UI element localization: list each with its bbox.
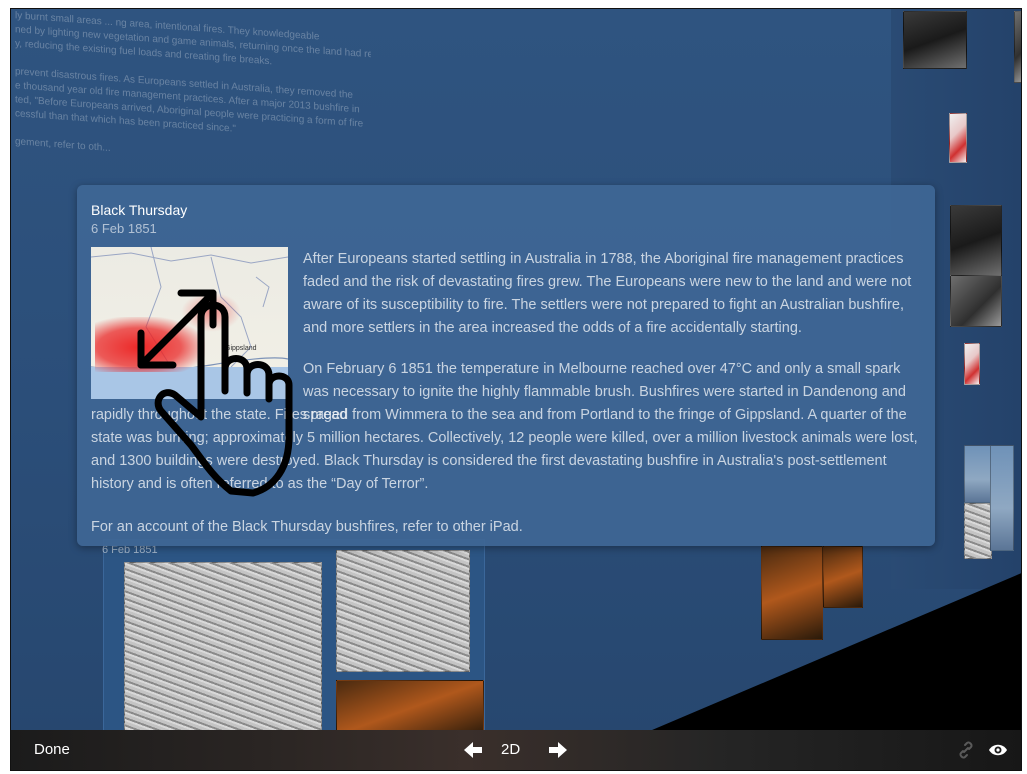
- done-button[interactable]: Done: [34, 741, 70, 758]
- event-image[interactable]: [336, 550, 470, 672]
- timeline-viewer: ly burnt small areas ... ng area, intent…: [10, 8, 1022, 771]
- wall-thumbnail[interactable]: [903, 11, 967, 69]
- event-image[interactable]: [124, 562, 322, 737]
- wall-thumbnail[interactable]: [823, 546, 863, 608]
- view-mode-toggle[interactable]: 2D: [501, 741, 520, 758]
- event-image[interactable]: [336, 680, 484, 737]
- card-paragraph: For an account of the Black Thursday bus…: [91, 519, 523, 535]
- wall-background-text: ly burnt small areas ... ng area, intent…: [11, 9, 371, 214]
- arrow-left-icon[interactable]: [462, 739, 484, 761]
- wall-thumbnail[interactable]: [1014, 11, 1021, 83]
- link-icon[interactable]: [957, 741, 975, 759]
- wall-thumbnail[interactable]: [761, 546, 823, 640]
- event-detail-card[interactable]: Black Thursday 6 Feb 1851 Gippsland Afte…: [77, 185, 935, 546]
- wall-thumbnail[interactable]: [964, 445, 992, 503]
- wall-thumbnail[interactable]: [950, 275, 1002, 327]
- eye-icon[interactable]: [988, 741, 1008, 759]
- wall-thumbnail[interactable]: [950, 205, 1002, 277]
- wall-thumbnail[interactable]: [949, 113, 967, 163]
- card-paragraph: After Europeans started settling in Aust…: [303, 251, 912, 336]
- arrow-right-icon[interactable]: [547, 739, 569, 761]
- wall-thumbnail[interactable]: [964, 343, 980, 385]
- card-title: Black Thursday: [91, 202, 188, 218]
- pinch-zoom-hand-icon: [137, 289, 293, 497]
- wall-thumbnail[interactable]: [990, 445, 1014, 551]
- bottom-toolbar: Done 2D: [11, 730, 1021, 770]
- wall-thumbnail[interactable]: [964, 503, 992, 559]
- card-date: 6 Feb 1851: [91, 221, 157, 236]
- timeline-event-panel[interactable]: [103, 539, 485, 737]
